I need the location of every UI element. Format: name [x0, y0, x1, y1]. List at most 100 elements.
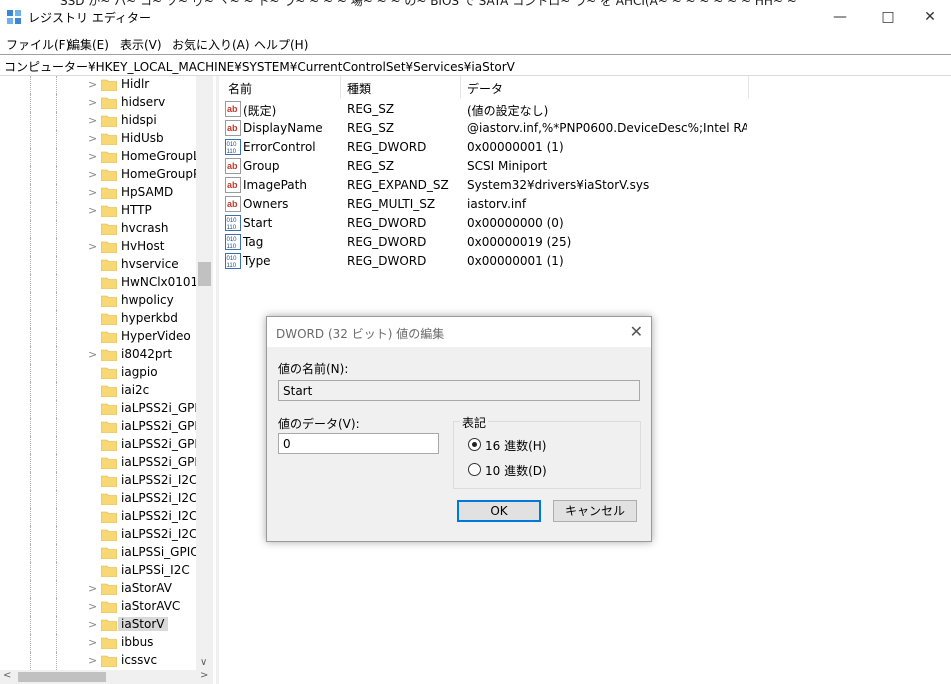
tree-item-label[interactable]: iai2c	[121, 383, 199, 397]
tree-item[interactable]: > iaStorAVC	[0, 598, 200, 616]
tree-item[interactable]: iaLPSS2i_I2C_B	[0, 490, 200, 508]
scroll-right-icon[interactable]: >	[200, 670, 208, 681]
tree-item[interactable]: > ibbus	[0, 634, 200, 652]
tree-item-label[interactable]: iaStorAVC	[121, 599, 199, 613]
tree-item-label[interactable]: hvcrash	[121, 221, 199, 235]
tree-item-label[interactable]: HpSAMD	[121, 185, 199, 199]
tree-item[interactable]: > HvHost	[0, 238, 200, 256]
expand-chevron-icon[interactable]: >	[88, 636, 100, 650]
tree-item[interactable]: > iaStorV	[0, 616, 200, 634]
tree-item[interactable]: iaLPSS2i_I2C_G	[0, 526, 200, 544]
expand-chevron-icon[interactable]: >	[88, 654, 100, 668]
tree-item[interactable]: > HpSAMD	[0, 184, 200, 202]
expand-chevron-icon[interactable]: >	[88, 132, 100, 146]
close-button[interactable]: ✕	[907, 0, 951, 34]
tree-item[interactable]: HwNClx0101	[0, 274, 200, 292]
tree-item-label[interactable]: ibbus	[121, 635, 199, 649]
tree-item-label[interactable]: iaLPSS2i_GPIO	[121, 401, 199, 415]
tree-item[interactable]: > Hidlr	[0, 76, 200, 94]
tree-horizontal-scrollbar[interactable]: < >	[0, 670, 213, 684]
tree-item-label[interactable]: iaLPSSi_I2C	[121, 563, 199, 577]
tree-item[interactable]: iagpio	[0, 364, 200, 382]
tree-item-label[interactable]: iaLPSS2i_I2C_B	[121, 491, 199, 505]
expand-chevron-icon[interactable]: >	[88, 78, 100, 92]
radio-hexadecimal[interactable]: 16 進数(H)	[468, 437, 628, 453]
tree-item[interactable]: HyperVideo	[0, 328, 200, 346]
value-data-input[interactable]: 0	[278, 433, 439, 454]
tree-item-label[interactable]: iaLPSS2i_I2C	[121, 473, 199, 487]
expand-chevron-icon[interactable]: >	[88, 240, 100, 254]
tree-item[interactable]: > HomeGroupLi	[0, 148, 200, 166]
tree-item-label[interactable]: hyperkbd	[121, 311, 199, 325]
tree-item[interactable]: iaLPSS2i_I2C	[0, 472, 200, 490]
tree-item-label[interactable]: icssvc	[121, 653, 199, 667]
tree-item[interactable]: iaLPSS2i_I2C_C	[0, 508, 200, 526]
expand-chevron-icon[interactable]: >	[88, 348, 100, 362]
tree-item[interactable]: > i8042prt	[0, 346, 200, 364]
tree-item-label[interactable]: iaLPSS2i_GPIO	[121, 455, 199, 469]
tree-vertical-scrollbar[interactable]: ∨	[196, 76, 213, 670]
key-tree[interactable]: > Hidlr > hidserv > hidspi > HidUsb > HomeGroupLi…	[0, 76, 213, 670]
radio-dec-label[interactable]: 10 進数(D)	[485, 462, 547, 479]
menu-favorites[interactable]: お気に入り(A)	[172, 36, 250, 53]
tree-item[interactable]: > HTTP	[0, 202, 200, 220]
maximize-button[interactable]: □	[865, 0, 911, 34]
tree-item[interactable]: > iaStorAV	[0, 580, 200, 598]
column-name-header[interactable]: 名前	[228, 80, 252, 97]
expand-chevron-icon[interactable]: >	[88, 168, 100, 182]
tree-item[interactable]: > hidserv	[0, 94, 200, 112]
expand-chevron-icon[interactable]: >	[88, 618, 100, 632]
value-row[interactable]: ab DisplayName REG_SZ @iastorv.inf,%*PNP060…	[219, 119, 951, 138]
scroll-down-icon[interactable]: ∨	[200, 657, 207, 668]
value-row[interactable]: ab Group REG_SZ SCSI Miniport	[219, 157, 951, 176]
menu-file[interactable]: ファイル(F)	[6, 36, 70, 53]
scrollbar-thumb[interactable]	[18, 672, 106, 682]
tree-item-label[interactable]: i8042prt	[121, 347, 199, 361]
expand-chevron-icon[interactable]: >	[88, 114, 100, 128]
menu-edit[interactable]: 編集(E)	[68, 36, 109, 53]
value-row[interactable]: 010 110 ErrorControl REG_DWORD 0x00000001 (1…	[219, 138, 951, 157]
tree-item-label[interactable]: iaLPSSi_GPIO	[121, 545, 199, 559]
expand-chevron-icon[interactable]: >	[88, 150, 100, 164]
minimize-button[interactable]: —	[817, 0, 863, 34]
tree-item[interactable]: > hidspi	[0, 112, 200, 130]
scrollbar-thumb[interactable]	[198, 262, 211, 286]
tree-item-label[interactable]: hwpolicy	[121, 293, 199, 307]
value-row[interactable]: 010 110 Tag REG_DWORD 0x00000019 (25)	[219, 233, 951, 252]
column-separator[interactable]	[748, 76, 749, 98]
tree-item-label[interactable]: hidserv	[121, 95, 199, 109]
cancel-button[interactable]: キャンセル	[553, 500, 637, 522]
expand-chevron-icon[interactable]: >	[88, 204, 100, 218]
tree-item[interactable]: hvservice	[0, 256, 200, 274]
tree-item[interactable]: > icssvc	[0, 652, 200, 670]
column-separator[interactable]	[460, 76, 461, 98]
tree-item[interactable]: iaLPSS2i_GPIO	[0, 418, 200, 436]
tree-item-label[interactable]: iagpio	[121, 365, 199, 379]
tree-item-label[interactable]: HTTP	[121, 203, 199, 217]
tree-item-label[interactable]: iaStorV	[118, 617, 168, 631]
tree-item-label[interactable]: HomeGroupPr	[121, 167, 199, 181]
tree-item-label[interactable]: Hidlr	[121, 77, 199, 91]
radio-checked-icon[interactable]	[468, 438, 481, 451]
expand-chevron-icon[interactable]: >	[88, 600, 100, 614]
column-data-header[interactable]: データ	[467, 80, 503, 97]
ok-button[interactable]: OK	[457, 500, 541, 522]
tree-item[interactable]: iai2c	[0, 382, 200, 400]
radio-hex-label[interactable]: 16 進数(H)	[485, 437, 546, 454]
menu-view[interactable]: 表示(V)	[120, 36, 162, 53]
expand-chevron-icon[interactable]: >	[88, 582, 100, 596]
value-row[interactable]: 010 110 Start REG_DWORD 0x00000000 (0)	[219, 214, 951, 233]
expand-chevron-icon[interactable]: >	[88, 186, 100, 200]
radio-decimal[interactable]: 10 進数(D)	[468, 462, 628, 478]
tree-item[interactable]: iaLPSS2i_GPIO	[0, 454, 200, 472]
tree-item[interactable]: > HidUsb	[0, 130, 200, 148]
tree-item[interactable]: hyperkbd	[0, 310, 200, 328]
tree-item[interactable]: hwpolicy	[0, 292, 200, 310]
tree-item[interactable]: hvcrash	[0, 220, 200, 238]
tree-item[interactable]: iaLPSSi_GPIO	[0, 544, 200, 562]
tree-item-label[interactable]: iaLPSS2i_GPIO	[121, 419, 199, 433]
tree-item-label[interactable]: iaLPSS2i_I2C_G	[121, 527, 199, 541]
address-bar[interactable]: コンピューター¥HKEY_LOCAL_MACHINE¥SYSTEM¥Curren…	[0, 54, 951, 76]
value-row[interactable]: ab ImagePath REG_EXPAND_SZ System32¥drivers…	[219, 176, 951, 195]
value-row[interactable]: ab Owners REG_MULTI_SZ iastorv.inf	[219, 195, 951, 214]
